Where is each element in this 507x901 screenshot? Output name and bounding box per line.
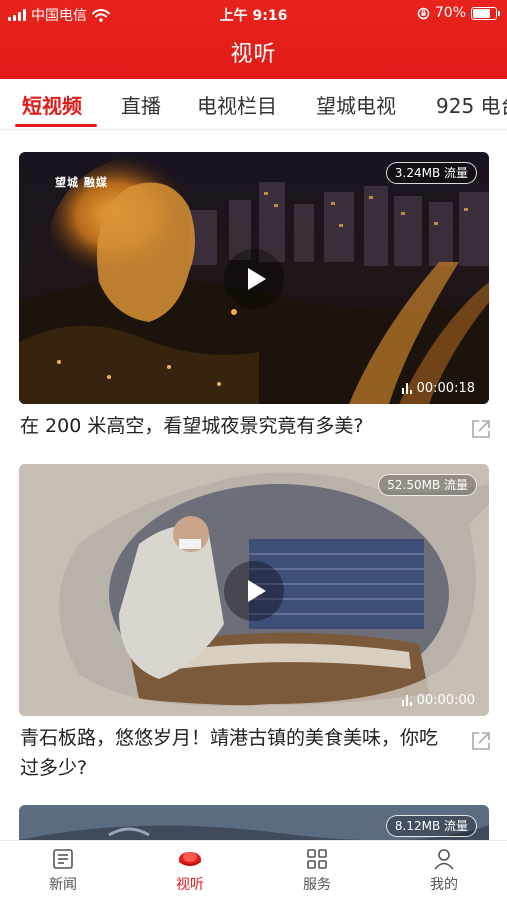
orientation-lock-icon — [417, 7, 430, 19]
grid-icon — [307, 849, 327, 869]
audio-bars-icon — [401, 695, 412, 706]
category-tabs: 短视频 直播 电视栏目 望城电视 925 电台 — [0, 79, 507, 130]
battery-icon — [471, 6, 500, 20]
user-icon — [434, 849, 454, 870]
share-icon[interactable] — [470, 730, 492, 752]
video-thumbnail[interactable]: 望城 融媒 3.24MB 流量 00:00:18 — [19, 152, 489, 404]
nav-media[interactable]: 视听 — [150, 847, 230, 894]
video-title[interactable]: 青石板路，悠悠岁月！靖港古镇的美食美味，你吃过多少? — [20, 723, 450, 783]
nav-services[interactable]: 服务 — [277, 847, 357, 894]
nav-profile-label: 我的 — [430, 877, 458, 893]
video-thumbnail[interactable]: 8.12MB 流量 — [19, 805, 489, 840]
play-button[interactable] — [224, 249, 284, 309]
media-icon — [178, 852, 202, 866]
nav-news[interactable]: 新闻 — [23, 847, 103, 894]
news-icon — [53, 849, 73, 869]
video-card[interactable]: 8.12MB 流量 — [19, 805, 489, 840]
page-title: 视听 — [230, 42, 277, 67]
data-usage-badge: 3.24MB 流量 — [385, 162, 477, 184]
audio-bars-icon — [401, 383, 412, 394]
video-thumbnail[interactable]: 52.50MB 流量 00:00:00 — [19, 464, 489, 716]
video-card[interactable]: 望城 融媒 3.24MB 流量 00:00:18 在 200 米高空，看望城夜景… — [19, 152, 492, 442]
play-button[interactable] — [224, 561, 284, 621]
nav-media-label: 视听 — [176, 877, 204, 893]
video-title[interactable]: 在 200 米高空，看望城夜景究竟有多美? — [20, 411, 450, 441]
data-usage-badge: 8.12MB 流量 — [385, 815, 477, 837]
top-bar: 中国电信 上午 9:16 70% 视听 — [0, 0, 507, 79]
bottom-navigation: 新闻 视听 服务 我的 — [0, 840, 507, 901]
data-usage-badge: 52.50MB 流量 — [378, 474, 477, 496]
battery-info: 70% — [417, 5, 500, 21]
tab-wangcheng-tv[interactable]: 望城电视 — [316, 90, 396, 119]
nav-news-label: 新闻 — [49, 877, 77, 893]
tab-live[interactable]: 直播 — [121, 90, 161, 119]
share-icon[interactable] — [470, 418, 492, 440]
nav-services-label: 服务 — [303, 877, 331, 893]
duration-text: 00:00:18 — [416, 381, 475, 396]
video-card[interactable]: 52.50MB 流量 00:00:00 青石板路，悠悠岁月！靖港古镇的美食美味，… — [19, 464, 492, 794]
video-duration: 00:00:18 — [401, 381, 475, 396]
nav-profile[interactable]: 我的 — [404, 847, 484, 894]
tab-tv-programs[interactable]: 电视栏目 — [197, 90, 277, 119]
tab-radio-925[interactable]: 925 电台 — [436, 90, 507, 119]
duration-text: 00:00:00 — [416, 693, 475, 708]
battery-percent: 70% — [434, 5, 466, 21]
channel-logo: 望城 融媒 — [55, 176, 108, 189]
video-duration: 00:00:00 — [401, 693, 475, 708]
tab-short-video[interactable]: 短视频 — [22, 90, 82, 119]
active-tab-indicator — [15, 124, 97, 127]
status-bar: 中国电信 上午 9:16 70% — [0, 0, 507, 28]
